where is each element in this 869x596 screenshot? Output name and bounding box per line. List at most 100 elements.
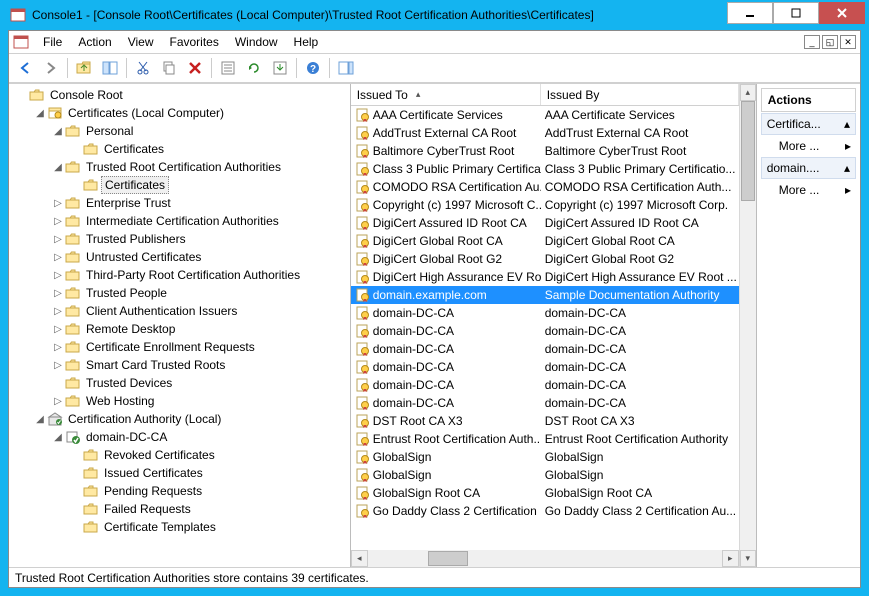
collapse-icon[interactable]: ◢ (51, 126, 65, 137)
expand-icon[interactable]: ▷ (51, 252, 65, 263)
certificate-row[interactable]: GlobalSign Root CAGlobalSign Root CA (351, 484, 739, 502)
certificate-row[interactable]: DST Root CA X3DST Root CA X3 (351, 412, 739, 430)
tree-node[interactable]: Trusted Devices (11, 374, 348, 392)
expand-icon[interactable]: ▷ (51, 396, 65, 407)
tree-node[interactable]: ◢Certification Authority (Local) (11, 410, 348, 428)
hscroll-thumb[interactable] (428, 551, 468, 566)
tree-node[interactable]: ▷Remote Desktop (11, 320, 348, 338)
maximize-button[interactable] (773, 2, 819, 24)
tree-node[interactable]: ▷Web Hosting (11, 392, 348, 410)
collapse-icon[interactable]: ◢ (33, 414, 47, 425)
certificate-row[interactable]: Baltimore CyberTrust RootBaltimore Cyber… (351, 142, 739, 160)
tree-node[interactable]: ▷Untrusted Certificates (11, 248, 348, 266)
tree-node[interactable]: Issued Certificates (11, 464, 348, 482)
vscroll-track[interactable] (740, 101, 756, 550)
tree-node[interactable]: ▷Smart Card Trusted Roots (11, 356, 348, 374)
tree-node[interactable]: Console Root (11, 86, 348, 104)
menu-action[interactable]: Action (70, 33, 119, 51)
tree-node[interactable]: ▷Trusted People (11, 284, 348, 302)
certificate-row[interactable]: domain-DC-CAdomain-DC-CA (351, 322, 739, 340)
actions-more-link[interactable]: More ...▸ (761, 136, 856, 156)
mdi-minimize-button[interactable]: _ (804, 35, 820, 49)
tree-node[interactable]: Certificate Templates (11, 518, 348, 536)
certificate-row[interactable]: Class 3 Public Primary Certificat...Clas… (351, 160, 739, 178)
menu-file[interactable]: File (35, 33, 70, 51)
tree-node[interactable]: ▷Enterprise Trust (11, 194, 348, 212)
actions-more-link[interactable]: More ...▸ (761, 180, 856, 200)
minimize-button[interactable] (727, 2, 773, 24)
expand-icon[interactable]: ▷ (51, 324, 65, 335)
toolbar-back-button[interactable] (13, 56, 37, 80)
certificate-row[interactable]: Copyright (c) 1997 Microsoft C...Copyrig… (351, 196, 739, 214)
tree-node[interactable]: Certificates (11, 140, 348, 158)
toolbar-export-button[interactable] (268, 56, 292, 80)
mdi-close-button[interactable]: ✕ (840, 35, 856, 49)
horizontal-scrollbar[interactable]: ◂ ▸ (351, 550, 739, 567)
tree-node[interactable]: Revoked Certificates (11, 446, 348, 464)
scroll-up-button[interactable]: ▴ (740, 84, 756, 101)
tree-node[interactable]: ◢Certificates (Local Computer) (11, 104, 348, 122)
collapse-icon[interactable]: ◢ (33, 108, 47, 119)
tree-node[interactable]: ◢Personal (11, 122, 348, 140)
collapse-icon[interactable]: ◢ (51, 162, 65, 173)
certificate-row[interactable]: domain.example.comSample Documentation A… (351, 286, 739, 304)
expand-icon[interactable]: ▷ (51, 216, 65, 227)
collapse-icon[interactable]: ◢ (51, 432, 65, 443)
column-issued-by[interactable]: Issued By (541, 84, 739, 105)
tree-node[interactable]: ▷Trusted Publishers (11, 230, 348, 248)
tree-pane[interactable]: Console Root◢Certificates (Local Compute… (9, 84, 351, 567)
tree-node[interactable]: Pending Requests (11, 482, 348, 500)
certificate-row[interactable]: domain-DC-CAdomain-DC-CA (351, 340, 739, 358)
actions-section-header[interactable]: domain....▴ (761, 157, 856, 179)
toolbar-show-hide-button[interactable] (98, 56, 122, 80)
menu-favorites[interactable]: Favorites (162, 33, 227, 51)
certificate-row[interactable]: COMODO RSA Certification Au...COMODO RSA… (351, 178, 739, 196)
certificate-row[interactable]: domain-DC-CAdomain-DC-CA (351, 358, 739, 376)
certificate-row[interactable]: DigiCert High Assurance EV Ro...DigiCert… (351, 268, 739, 286)
tree-node[interactable]: Certificates (11, 176, 348, 194)
tree-node[interactable]: ▷Intermediate Certification Authorities (11, 212, 348, 230)
tree-node[interactable]: ▷Client Authentication Issuers (11, 302, 348, 320)
menu-window[interactable]: Window (227, 33, 286, 51)
certificate-row[interactable]: AddTrust External CA RootAddTrust Extern… (351, 124, 739, 142)
tree-node[interactable]: Failed Requests (11, 500, 348, 518)
certificate-row[interactable]: DigiCert Global Root CADigiCert Global R… (351, 232, 739, 250)
hscroll-track[interactable] (368, 550, 722, 567)
expand-icon[interactable]: ▷ (51, 270, 65, 281)
certificate-row[interactable]: domain-DC-CAdomain-DC-CA (351, 376, 739, 394)
expand-icon[interactable]: ▷ (51, 198, 65, 209)
expand-icon[interactable]: ▷ (51, 306, 65, 317)
tree-node[interactable]: ▷Certificate Enrollment Requests (11, 338, 348, 356)
scroll-left-button[interactable]: ◂ (351, 550, 368, 567)
menu-help[interactable]: Help (286, 33, 327, 51)
certificate-row[interactable]: AAA Certificate ServicesAAA Certificate … (351, 106, 739, 124)
close-button[interactable] (819, 2, 865, 24)
toolbar-delete-button[interactable] (183, 56, 207, 80)
vscroll-thumb[interactable] (741, 101, 755, 201)
toolbar-copy-button[interactable] (157, 56, 181, 80)
expand-icon[interactable]: ▷ (51, 288, 65, 299)
column-issued-to[interactable]: Issued To (351, 84, 541, 105)
certificate-row[interactable]: domain-DC-CAdomain-DC-CA (351, 394, 739, 412)
certificate-row[interactable]: DigiCert Global Root G2DigiCert Global R… (351, 250, 739, 268)
toolbar-cut-button[interactable] (131, 56, 155, 80)
expand-icon[interactable]: ▷ (51, 360, 65, 371)
expand-icon[interactable]: ▷ (51, 234, 65, 245)
toolbar-help-button[interactable]: ? (301, 56, 325, 80)
scroll-down-button[interactable]: ▾ (740, 550, 756, 567)
toolbar-up-button[interactable] (72, 56, 96, 80)
list-body[interactable]: AAA Certificate ServicesAAA Certificate … (351, 106, 739, 550)
tree-node[interactable]: ◢Trusted Root Certification Authorities (11, 158, 348, 176)
certificate-row[interactable]: DigiCert Assured ID Root CADigiCert Assu… (351, 214, 739, 232)
mdi-restore-button[interactable]: ◱ (822, 35, 838, 49)
certificate-row[interactable]: GlobalSignGlobalSign (351, 448, 739, 466)
tree-node[interactable]: ◢domain-DC-CA (11, 428, 348, 446)
toolbar-refresh-button[interactable] (242, 56, 266, 80)
certificate-row[interactable]: Entrust Root Certification Auth...Entrus… (351, 430, 739, 448)
vertical-scrollbar[interactable]: ▴ ▾ (739, 84, 756, 567)
toolbar-forward-button[interactable] (39, 56, 63, 80)
toolbar-properties-button[interactable] (216, 56, 240, 80)
actions-section-header[interactable]: Certifica...▴ (761, 113, 856, 135)
expand-icon[interactable]: ▷ (51, 342, 65, 353)
menu-view[interactable]: View (120, 33, 162, 51)
